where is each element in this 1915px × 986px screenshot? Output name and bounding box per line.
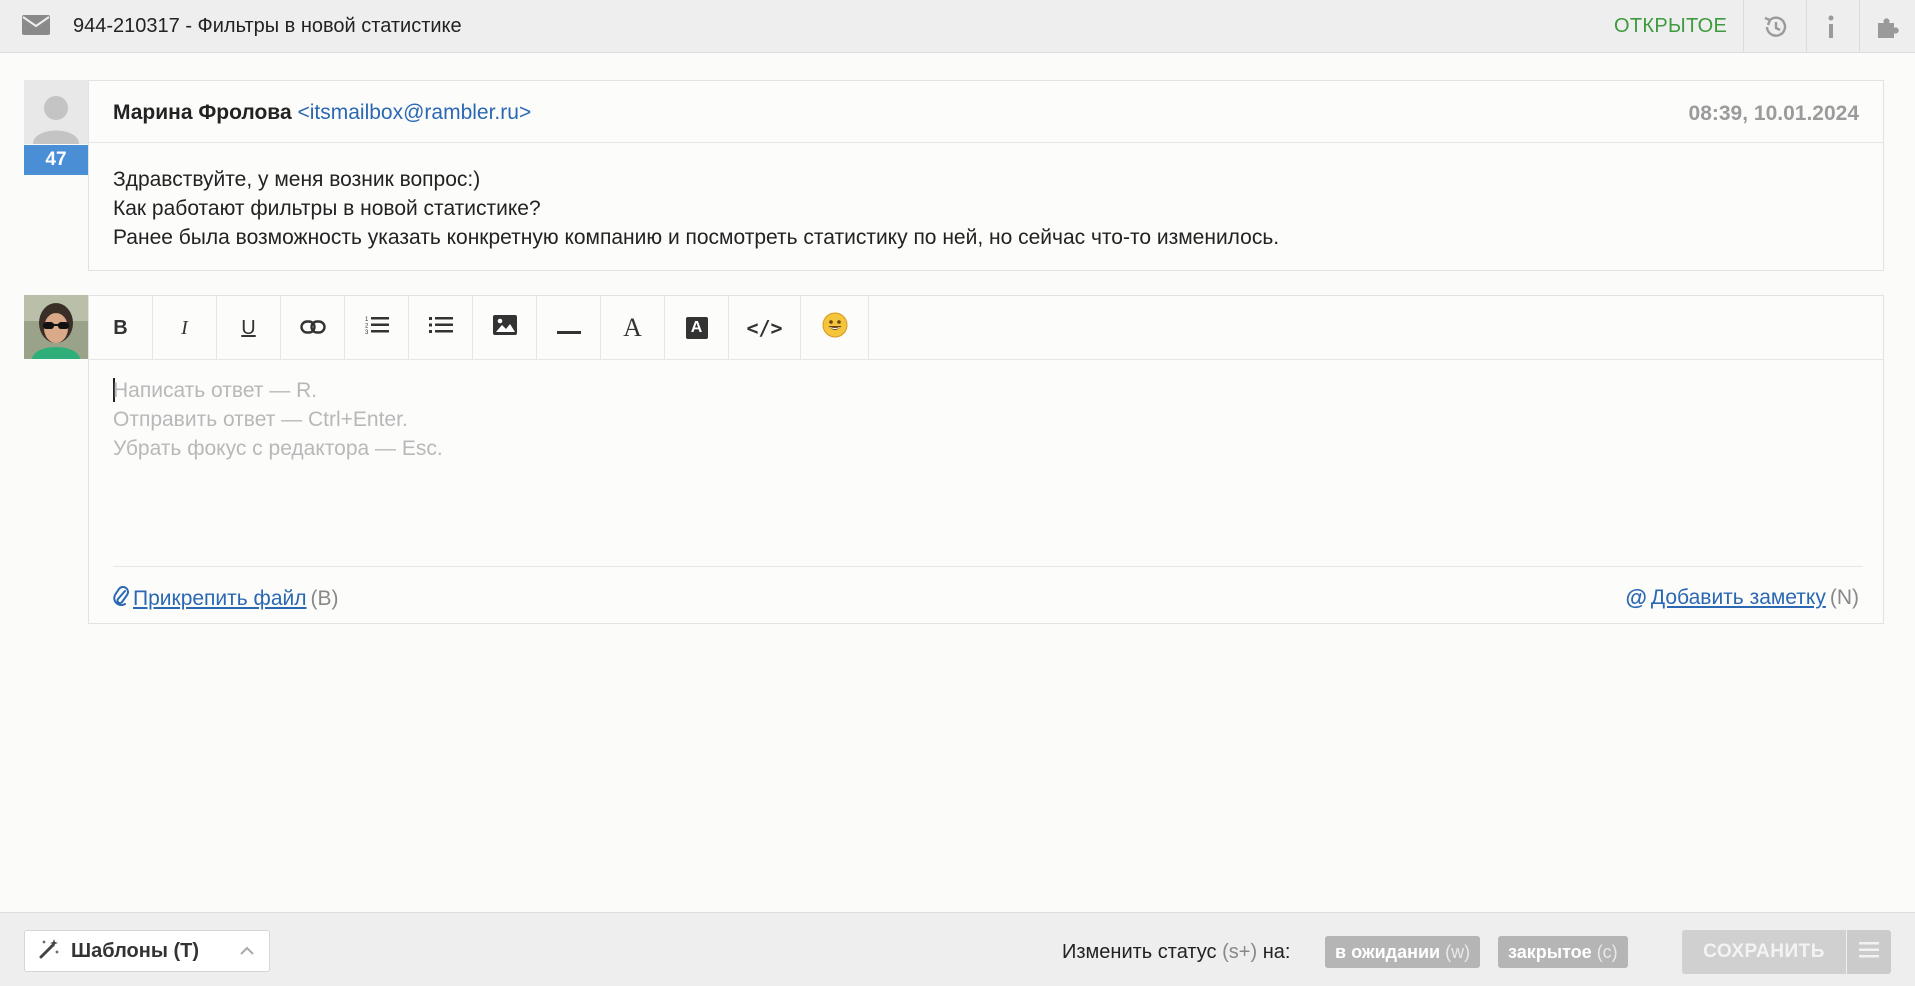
link-icon: [299, 315, 326, 341]
ticket-title: 944-210317 - Фильтры в новой статистике: [73, 15, 462, 37]
add-note-hint: (N): [1829, 586, 1859, 609]
placeholder-line: Убрать фокус с редактора — Esc.: [113, 437, 443, 460]
editor-placeholder[interactable]: Написать ответ — R. Отправить ответ — Ct…: [113, 376, 443, 463]
info-icon[interactable]: [1815, 11, 1847, 43]
code-button[interactable]: </>: [729, 296, 801, 360]
chevron-up-icon: [239, 942, 255, 965]
placeholder-line: Отправить ответ — Ctrl+Enter.: [113, 408, 408, 431]
save-button[interactable]: СОХРАНИТЬ: [1682, 930, 1846, 974]
editor-divider: [113, 566, 1863, 567]
attach-file: Прикрепить файл (B): [113, 585, 339, 613]
add-note: @ Добавить заметку (N): [1625, 585, 1859, 611]
at-icon: @: [1625, 585, 1647, 610]
message-body: Здравствуйте, у меня возник вопрос:) Как…: [113, 165, 1279, 252]
attach-file-link[interactable]: Прикрепить файл: [133, 587, 307, 611]
horizontal-rule-icon: [556, 315, 581, 341]
templates-button[interactable]: Шаблоны (T): [24, 930, 270, 972]
horizontal-rule-button[interactable]: [537, 296, 601, 360]
author-name: Марина Фролова: [113, 101, 292, 124]
svg-text:2: 2: [365, 324, 369, 330]
unordered-list-button[interactable]: [409, 296, 473, 360]
ordered-list-icon: 123: [365, 315, 389, 341]
status-pending-key: (w): [1445, 941, 1471, 962]
header-divider: [1859, 0, 1860, 53]
header-divider: [1806, 0, 1807, 53]
ticket-status[interactable]: ОТКРЫТОЕ: [1614, 15, 1727, 38]
reply-editor[interactable]: B I U 123 A A </> Написать ответ — R. От…: [88, 295, 1884, 624]
magic-wand-icon: [39, 937, 61, 965]
message-datetime: 08:39, 10.01.2024: [1688, 102, 1859, 125]
background-color-label: A: [685, 317, 708, 339]
status-closed-button[interactable]: закрытое (c): [1498, 936, 1628, 968]
background-color-button[interactable]: A: [665, 296, 729, 360]
editor-toolbar: B I U 123 A A </>: [89, 296, 1883, 360]
image-button[interactable]: [473, 296, 537, 360]
change-status-hint: (s+): [1222, 941, 1258, 963]
message-header: Марина Фролова <itsmailbox@rambler.ru> 0…: [89, 81, 1883, 143]
font-color-button[interactable]: A: [601, 296, 665, 360]
message-count-badge: 47: [24, 145, 88, 175]
emoji-icon: [822, 312, 848, 344]
author-avatar: [24, 80, 88, 144]
paperclip-icon: [113, 585, 129, 613]
attach-file-hint: (B): [310, 587, 339, 610]
templates-label: Шаблоны (T): [71, 939, 199, 962]
plugin-icon[interactable]: [1872, 11, 1904, 43]
author-email[interactable]: <itsmailbox@rambler.ru>: [297, 101, 531, 124]
underline-button[interactable]: U: [217, 296, 281, 360]
history-icon[interactable]: [1760, 11, 1792, 43]
footer-bar: Шаблоны (T) Изменить статус (s+) на: в о…: [0, 912, 1915, 986]
add-note-link[interactable]: Добавить заметку: [1651, 586, 1826, 610]
message-line: Ранее была возможность указать конкретну…: [113, 226, 1280, 249]
emoji-button[interactable]: [801, 296, 869, 360]
mail-icon: [22, 15, 50, 35]
ticket-header: 944-210317 - Фильтры в новой статистике …: [0, 0, 1915, 53]
status-closed-label: закрытое: [1508, 941, 1592, 962]
placeholder-line: Написать ответ — R.: [113, 379, 318, 402]
change-status-text: Изменить статус: [1062, 941, 1217, 963]
ordered-list-button[interactable]: 123: [345, 296, 409, 360]
status-closed-key: (c): [1596, 941, 1618, 962]
status-pending-label: в ожидании: [1335, 941, 1441, 962]
save-menu-button[interactable]: [1847, 930, 1891, 974]
message-author: Марина Фролова <itsmailbox@rambler.ru>: [113, 101, 531, 125]
change-status-label: Изменить статус (s+) на:: [1062, 941, 1290, 964]
unordered-list-icon: [428, 315, 453, 341]
image-icon: [492, 315, 517, 341]
bold-button[interactable]: B: [89, 296, 153, 360]
status-pending-button[interactable]: в ожидании (w): [1325, 936, 1481, 968]
svg-text:1: 1: [365, 317, 369, 323]
change-status-suffix: на:: [1262, 941, 1291, 963]
hamburger-icon: [1859, 941, 1879, 963]
message-line: Здравствуйте, у меня возник вопрос:): [113, 168, 481, 191]
message-card: Марина Фролова <itsmailbox@rambler.ru> 0…: [88, 80, 1884, 271]
agent-avatar: [24, 295, 88, 359]
header-divider: [1743, 0, 1744, 53]
italic-button[interactable]: I: [153, 296, 217, 360]
svg-text:3: 3: [365, 330, 369, 335]
message-line: Как работают фильтры в новой статистике?: [113, 197, 541, 220]
link-button[interactable]: [281, 296, 345, 360]
